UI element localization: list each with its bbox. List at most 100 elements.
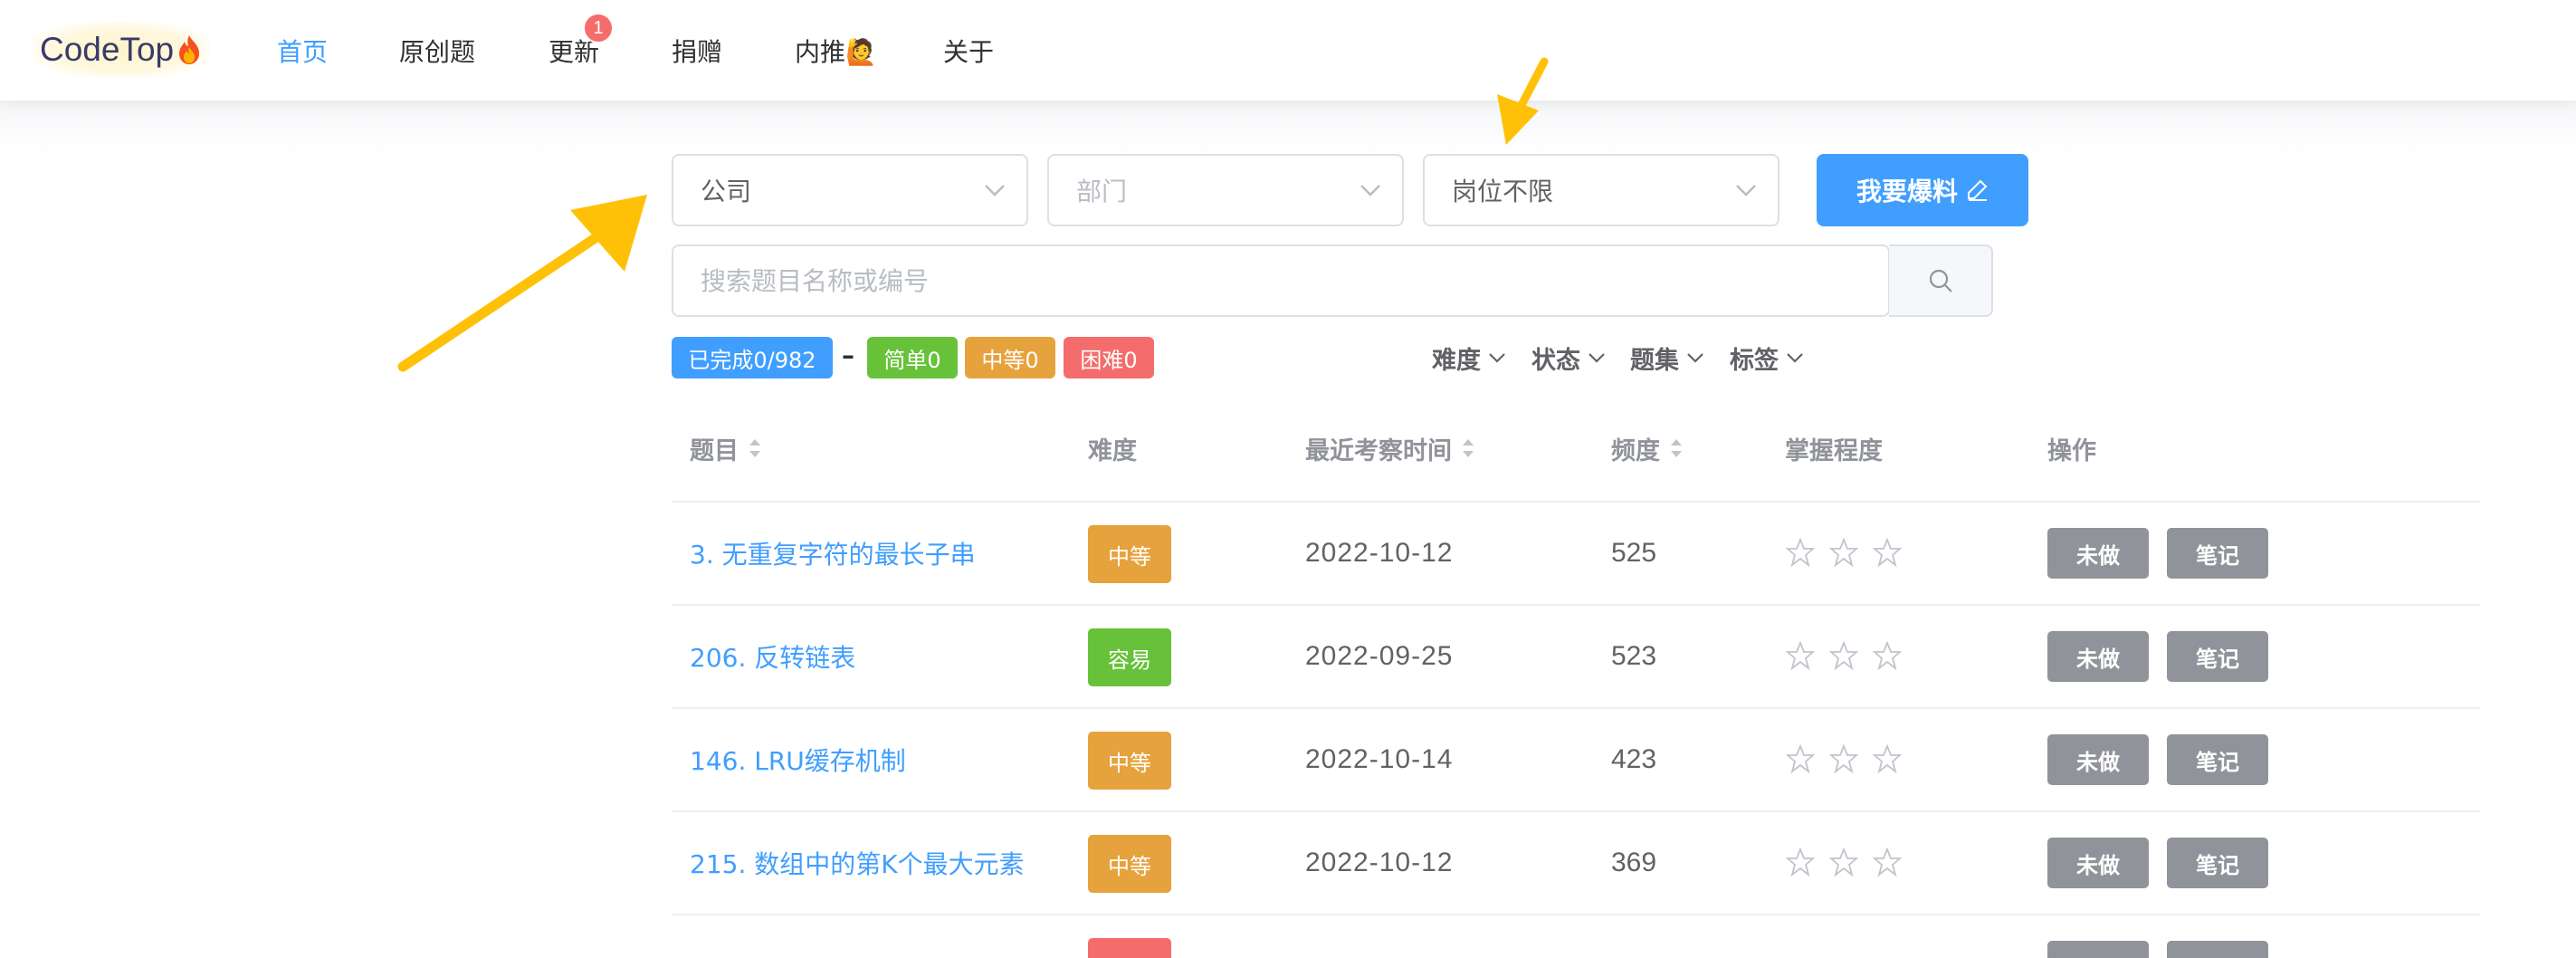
difficulty-badge: 中等 [1088,525,1171,583]
difficulty-badge: 中等 [1088,835,1171,893]
position-select[interactable]: 岗位不限 [1423,154,1779,226]
column-header-date-label: 最近考察时间 [1305,436,1452,465]
mastery-stars[interactable] [1785,537,1903,568]
nav-original[interactable]: 原创题 [399,0,475,101]
star-icon[interactable] [1872,847,1903,877]
star-icon[interactable] [1785,640,1816,671]
chevron-down-icon [1489,353,1505,363]
sort-icon [749,439,760,457]
nav-donate[interactable]: 捐赠 [672,0,722,101]
row-divider [672,810,2480,812]
table-row-title[interactable]: 3. 无重复字符的最长子串 [690,531,976,576]
row-divider [672,914,2480,915]
table-row-title[interactable]: 215. 数组中的第K个最大元素 [690,840,1025,886]
frequency-value: 369 [1611,848,1657,877]
logo-text: CodeTop [40,31,175,68]
sort-icon [1463,439,1474,457]
column-header-frequency-label: 频度 [1611,436,1660,465]
frequency-value: 525 [1611,538,1657,568]
mastery-stars[interactable] [1785,847,1903,877]
table-row-title[interactable]: 206. 反转链表 [690,634,855,679]
edit-icon [1968,179,1988,201]
note-button[interactable]: 笔记 [2167,528,2268,579]
medium-count-tag: 中等0 [965,337,1055,378]
mastery-stars[interactable] [1785,743,1903,774]
star-icon[interactable] [1872,537,1903,568]
position-select-value: 岗位不限 [1452,177,1554,206]
row-divider [672,501,2480,503]
easy-count-tag: 简单0 [867,337,958,378]
status-filter[interactable]: 状态 [1531,337,1606,378]
site-logo[interactable]: CodeTop [33,22,211,78]
todo-button[interactable]: 未做 [2047,631,2149,682]
arrow-to-company-select [397,195,647,372]
search-input[interactable] [673,246,1890,315]
column-header-mastery-label: 掌握程度 [1785,436,1883,465]
difficulty-badge: 中等 [1088,732,1171,790]
star-icon[interactable] [1785,537,1816,568]
star-icon[interactable] [1828,537,1859,568]
star-icon[interactable] [1828,640,1859,671]
tag-filter-label: 标签 [1730,346,1779,375]
chevron-down-icon [1787,353,1803,363]
nav-referral[interactable]: 内推🙋 [795,0,877,101]
header-shadow-band [0,101,2576,155]
company-select[interactable]: 公司 [672,154,1028,226]
last-seen-date: 2022-09-25 [1305,641,1454,671]
last-seen-date: 2022-10-12 [1305,848,1454,877]
table-row-title[interactable]: 146. LRU缓存机制 [690,737,906,782]
note-button[interactable]: 笔记 [2167,631,2268,682]
problem-link[interactable]: 146. LRU缓存机制 [690,742,906,778]
stats-dash: – [842,340,854,370]
search-button[interactable] [1889,244,1993,317]
todo-button[interactable]: 未做 [2047,838,2149,888]
frequency-value: 423 [1611,744,1657,774]
todo-button-partial[interactable] [2047,941,2149,958]
star-icon[interactable] [1785,743,1816,774]
problem-link[interactable]: 215. 数组中的第K个最大元素 [690,845,1025,881]
tag-filter[interactable]: 标签 [1730,337,1804,378]
last-seen-date: 2022-10-12 [1305,538,1454,568]
column-header-date[interactable]: 最近考察时间 [1305,426,1475,471]
search-box [672,244,1890,317]
column-header-title[interactable]: 题目 [690,426,762,471]
note-button-partial[interactable] [2167,941,2268,958]
chevron-down-icon [1589,353,1605,363]
problem-link[interactable]: 3. 无重复字符的最长子串 [690,535,976,571]
difficulty-filter[interactable]: 难度 [1432,337,1506,378]
todo-button[interactable]: 未做 [2047,528,2149,579]
note-button[interactable]: 笔记 [2167,838,2268,888]
star-icon[interactable] [1872,640,1903,671]
nav-home[interactable]: 首页 [277,0,328,101]
company-select-value: 公司 [701,177,752,206]
note-button[interactable]: 笔记 [2167,734,2268,785]
chevron-down-icon [1360,185,1380,196]
department-select-placeholder: 部门 [1076,177,1128,206]
problem-set-filter[interactable]: 题集 [1630,337,1704,378]
department-select[interactable]: 部门 [1047,154,1404,226]
search-icon [1929,269,1952,292]
fire-icon [179,35,200,64]
column-header-mastery: 掌握程度 [1785,426,1883,471]
frequency-value: 523 [1611,641,1657,671]
report-button[interactable]: 我要爆料 [1817,154,2028,226]
star-icon[interactable] [1828,847,1859,877]
difficulty-badge: 容易 [1088,628,1171,686]
difficulty-badge-partial [1088,938,1171,958]
last-seen-date: 2022-10-14 [1305,744,1454,774]
nav-about[interactable]: 关于 [943,0,994,101]
star-icon[interactable] [1872,743,1903,774]
report-button-label: 我要爆料 [1856,177,1958,206]
mastery-stars[interactable] [1785,640,1903,671]
column-header-difficulty: 难度 [1088,426,1137,471]
star-icon[interactable] [1785,847,1816,877]
top-navbar: CodeTop 首页 原创题 更新 1 捐赠 内推🙋 关于 [0,0,2576,101]
row-divider [672,707,2480,709]
difficulty-filter-label: 难度 [1432,346,1481,375]
star-icon[interactable] [1828,743,1859,774]
column-header-frequency[interactable]: 频度 [1611,426,1684,471]
todo-button[interactable]: 未做 [2047,734,2149,785]
column-header-difficulty-label: 难度 [1088,436,1137,465]
problem-link[interactable]: 206. 反转链表 [690,638,855,675]
sort-icon [1671,439,1682,457]
